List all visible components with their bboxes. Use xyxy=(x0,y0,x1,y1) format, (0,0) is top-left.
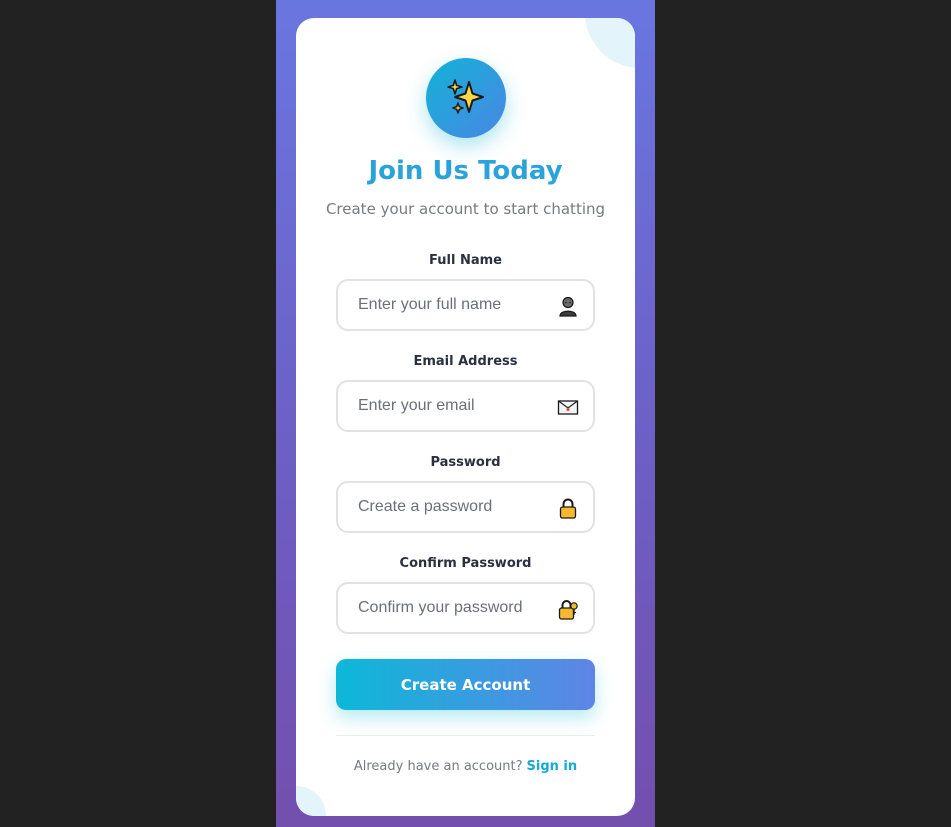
confirm-password-input[interactable] xyxy=(358,584,548,632)
email-field[interactable] xyxy=(336,380,595,432)
full-name-input[interactable] xyxy=(358,281,548,329)
password-field[interactable] xyxy=(336,481,595,533)
full-name-label: Full Name xyxy=(429,253,502,268)
sparkles-icon xyxy=(447,79,484,114)
sign-in-link[interactable]: Sign in xyxy=(527,759,578,774)
email-label: Email Address xyxy=(413,354,518,369)
lock-key-icon xyxy=(558,600,578,620)
password-input[interactable] xyxy=(358,483,548,531)
lock-icon xyxy=(559,498,577,519)
person-icon xyxy=(559,296,577,317)
divider xyxy=(336,735,595,736)
page-subtitle: Create your account to start chatting xyxy=(325,200,606,218)
signin-prompt-text: Already have an account? xyxy=(353,759,523,774)
decorative-circle-bottom-left xyxy=(296,786,326,816)
confirm-password-field[interactable] xyxy=(336,582,595,634)
signup-card: Join Us Today Create your account to sta… xyxy=(296,18,635,816)
signin-prompt: Already have an account? Sign in xyxy=(296,759,635,774)
logo-badge xyxy=(426,58,506,138)
signup-backdrop: Join Us Today Create your account to sta… xyxy=(276,0,655,827)
page-title: Join Us Today xyxy=(368,156,563,186)
confirm-password-label: Confirm Password xyxy=(399,556,532,571)
decorative-circle-top-right xyxy=(585,18,635,68)
full-name-field[interactable] xyxy=(336,279,595,331)
create-account-button[interactable]: Create Account xyxy=(336,659,595,710)
email-input[interactable] xyxy=(358,382,548,430)
password-label: Password xyxy=(430,455,501,470)
envelope-icon xyxy=(557,400,579,415)
